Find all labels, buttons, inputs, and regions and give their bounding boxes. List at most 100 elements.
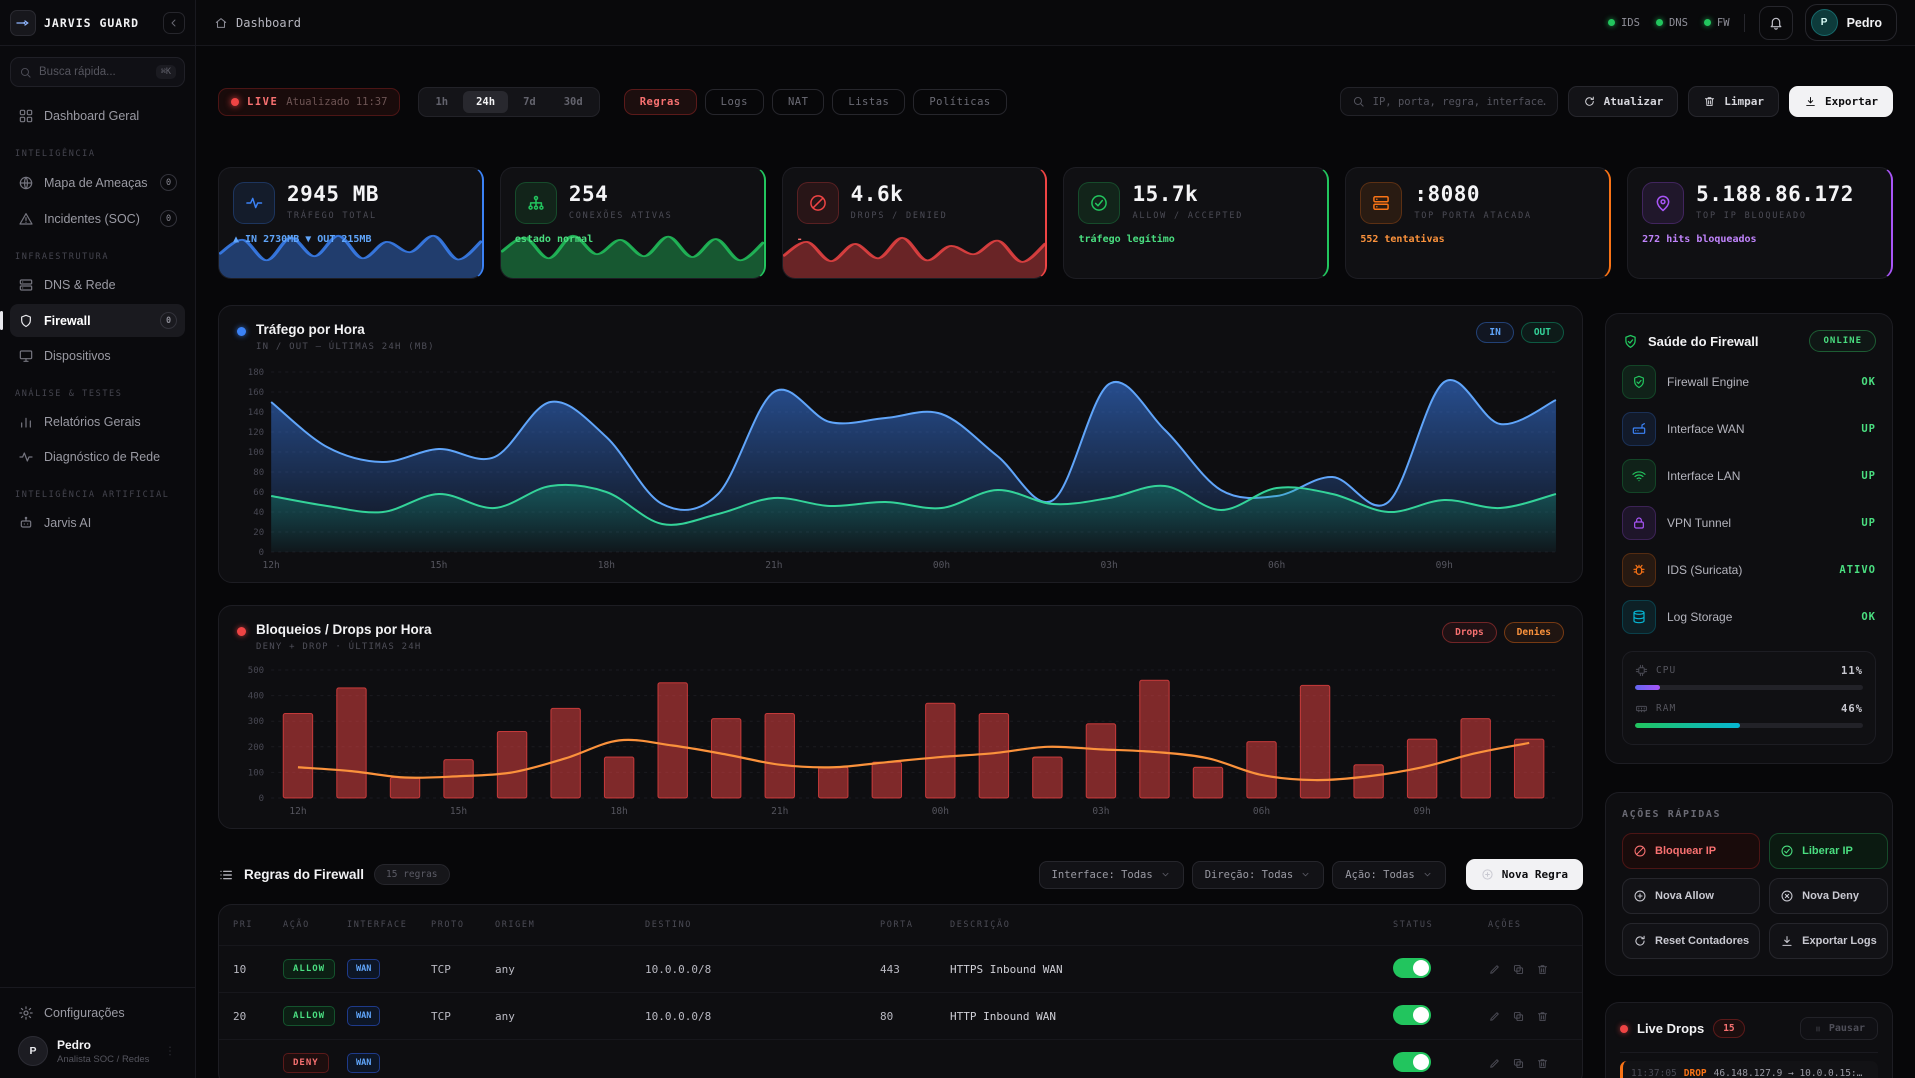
topbar: Dashboard IDSDNSFW P Pedro [196, 0, 1915, 46]
filter-a-o[interactable]: Ação: Todas [1332, 861, 1446, 889]
pencil-icon[interactable] [1488, 1010, 1501, 1023]
rule-enabled-toggle[interactable] [1393, 1005, 1431, 1025]
tab-regras[interactable]: Regras [624, 89, 697, 115]
sidebar-item-label: Dashboard Geral [44, 109, 139, 123]
chevron-down-icon [1300, 869, 1311, 880]
gear-icon [18, 1005, 34, 1021]
drops-chart-card: Bloqueios / Drops por Hora DENY + DROP ·… [218, 605, 1583, 829]
sidebar: JARVIS GUARD Busca rápida... ⌘K Dashboar… [0, 0, 196, 1078]
sidebar-item-firewall[interactable]: Firewall0 [10, 304, 185, 337]
range-24h[interactable]: 24h [463, 91, 508, 113]
trash-icon[interactable] [1536, 1010, 1549, 1023]
sidebar-item-jarvis-ai[interactable]: Jarvis AI [10, 507, 185, 539]
table-row[interactable]: 10ALLOWWANTCPany10.0.0.0/8443HTTPS Inbou… [219, 945, 1582, 992]
pencil-icon[interactable] [1488, 963, 1501, 976]
search-input[interactable] [1373, 96, 1546, 108]
sidebar-search[interactable]: Busca rápida... ⌘K [10, 57, 185, 87]
legend-out[interactable]: OUT [1521, 322, 1564, 343]
sidebar-item-label: Diagnóstico de Rede [44, 450, 160, 464]
toolbar: LIVE Atualizado 11:37 1h24h7d30d Regras L… [218, 86, 1893, 117]
live-badge: LIVE Atualizado 11:37 [218, 88, 400, 116]
nova-allow-button[interactable]: Nova Allow [1622, 878, 1760, 914]
copy-icon[interactable] [1512, 1010, 1525, 1023]
sidebar-item-mapa-de-amea-as[interactable]: Mapa de Ameaças0 [10, 166, 185, 199]
column-header-a-es: AÇÕES [1488, 920, 1568, 930]
cell-descricao: HTTPS Inbound WAN [950, 963, 1393, 976]
search-icon [19, 66, 32, 79]
interface-badge: WAN [347, 959, 380, 979]
shortcut-badge: ⌘K [156, 65, 176, 79]
chart-accent-dot [237, 627, 246, 636]
action-badge: ALLOW [283, 959, 335, 979]
tabs-group: Regras Logs NAT Listas Políticas [624, 89, 1007, 115]
table-row[interactable]: 20ALLOWWANTCPany10.0.0.0/880HTTP Inbound… [219, 992, 1582, 1039]
user-name: Pedro [1847, 16, 1882, 30]
health-label: Log Storage [1667, 610, 1732, 624]
meter-bar [1635, 723, 1863, 728]
cell-proto: TCP [431, 963, 495, 976]
sidebar-item-diagn-stico-de-rede[interactable]: Diagnóstico de Rede [10, 441, 185, 473]
health-status: OK [1861, 611, 1876, 623]
trash-icon[interactable] [1536, 963, 1549, 976]
tab-nat[interactable]: NAT [772, 89, 824, 115]
sidebar-item-dispositivos[interactable]: Dispositivos [10, 340, 185, 372]
range-1h[interactable]: 1h [422, 91, 461, 113]
filter-dire-o[interactable]: Direção: Todas [1192, 861, 1325, 889]
toolbar-search[interactable] [1340, 87, 1558, 116]
new-rule-button[interactable]: Nova Regra [1466, 859, 1583, 890]
sidebar-user[interactable]: P Pedro Analista SOC / Redes [10, 1029, 185, 1066]
cell-pri: 20 [233, 1010, 283, 1023]
clear-button[interactable]: Limpar [1688, 86, 1779, 117]
legend-drops[interactable]: Drops [1442, 622, 1497, 643]
reset-contadores-button[interactable]: Reset Contadores [1622, 923, 1760, 959]
bloquear-ip-button[interactable]: Bloquear IP [1622, 833, 1760, 869]
sidebar-item-relat-rios-gerais[interactable]: Relatórios Gerais [10, 406, 185, 438]
rule-enabled-toggle[interactable] [1393, 1052, 1431, 1072]
range-30d[interactable]: 30d [551, 91, 596, 113]
svg-text:03h: 03h [1100, 560, 1117, 571]
health-row-log-storage: Log Storage OK [1622, 600, 1876, 634]
sidebar-item-incidentes-soc[interactable]: Incidentes (SOC)0 [10, 202, 185, 235]
export-button[interactable]: Exportar [1789, 86, 1893, 117]
tab-pol-ticas[interactable]: Políticas [913, 89, 1006, 115]
column-header-a-o: AÇÃO [283, 920, 347, 930]
chevron-down-icon [1422, 869, 1433, 880]
drop-action: DROP [1684, 1068, 1707, 1078]
drop-flow: 46.148.127.9 → 10.0.0.15:… [1714, 1068, 1863, 1078]
svg-text:15h: 15h [450, 806, 467, 817]
column-header-interface: INTERFACE [347, 920, 431, 930]
exportar-logs-button[interactable]: Exportar Logs [1769, 923, 1888, 959]
liberar-ip-button[interactable]: Liberar IP [1769, 833, 1888, 869]
activity-icon [233, 182, 275, 224]
legend-in[interactable]: IN [1476, 322, 1513, 343]
breadcrumb[interactable]: Dashboard [214, 16, 301, 30]
sidebar-nav: Dashboard GeralINTELIGÊNCIAMapa de Ameaç… [0, 91, 195, 987]
topbar-user-menu[interactable]: P Pedro [1805, 4, 1897, 41]
range-7d[interactable]: 7d [510, 91, 549, 113]
refresh-button[interactable]: Atualizar [1568, 86, 1679, 117]
sidebar-collapse-button[interactable] [163, 12, 185, 34]
pause-button[interactable]: Pausar [1800, 1017, 1878, 1040]
right-column: Saúde do Firewall ONLINE Firewall Engine… [1605, 305, 1893, 1078]
sidebar-item-configuracoes[interactable]: Configurações [10, 997, 185, 1029]
sidebar-item-dns-rede[interactable]: DNS & Rede [10, 269, 185, 301]
svg-text:09h: 09h [1414, 806, 1431, 817]
tab-listas[interactable]: Listas [832, 89, 905, 115]
pencil-icon[interactable] [1488, 1057, 1501, 1070]
rule-enabled-toggle[interactable] [1393, 958, 1431, 978]
copy-icon[interactable] [1512, 963, 1525, 976]
nova-deny-button[interactable]: Nova Deny [1769, 878, 1888, 914]
legend-denies[interactable]: Denies [1504, 622, 1564, 643]
chart-accent-dot [237, 327, 246, 336]
tab-logs[interactable]: Logs [705, 89, 764, 115]
sidebar-item-label: Mapa de Ameaças [44, 176, 148, 190]
dots-vertical-icon[interactable] [163, 1044, 177, 1058]
stat-label: ALLOW / ACCEPTED [1132, 211, 1243, 221]
filter-interface[interactable]: Interface: Todas [1039, 861, 1184, 889]
table-row[interactable]: DENYWAN [219, 1039, 1582, 1078]
chart-legend: Drops Denies [1442, 622, 1564, 643]
sidebar-item-dashboard-geral[interactable]: Dashboard Geral [10, 100, 185, 132]
copy-icon[interactable] [1512, 1057, 1525, 1070]
trash-icon[interactable] [1536, 1057, 1549, 1070]
notifications-button[interactable] [1759, 6, 1793, 40]
